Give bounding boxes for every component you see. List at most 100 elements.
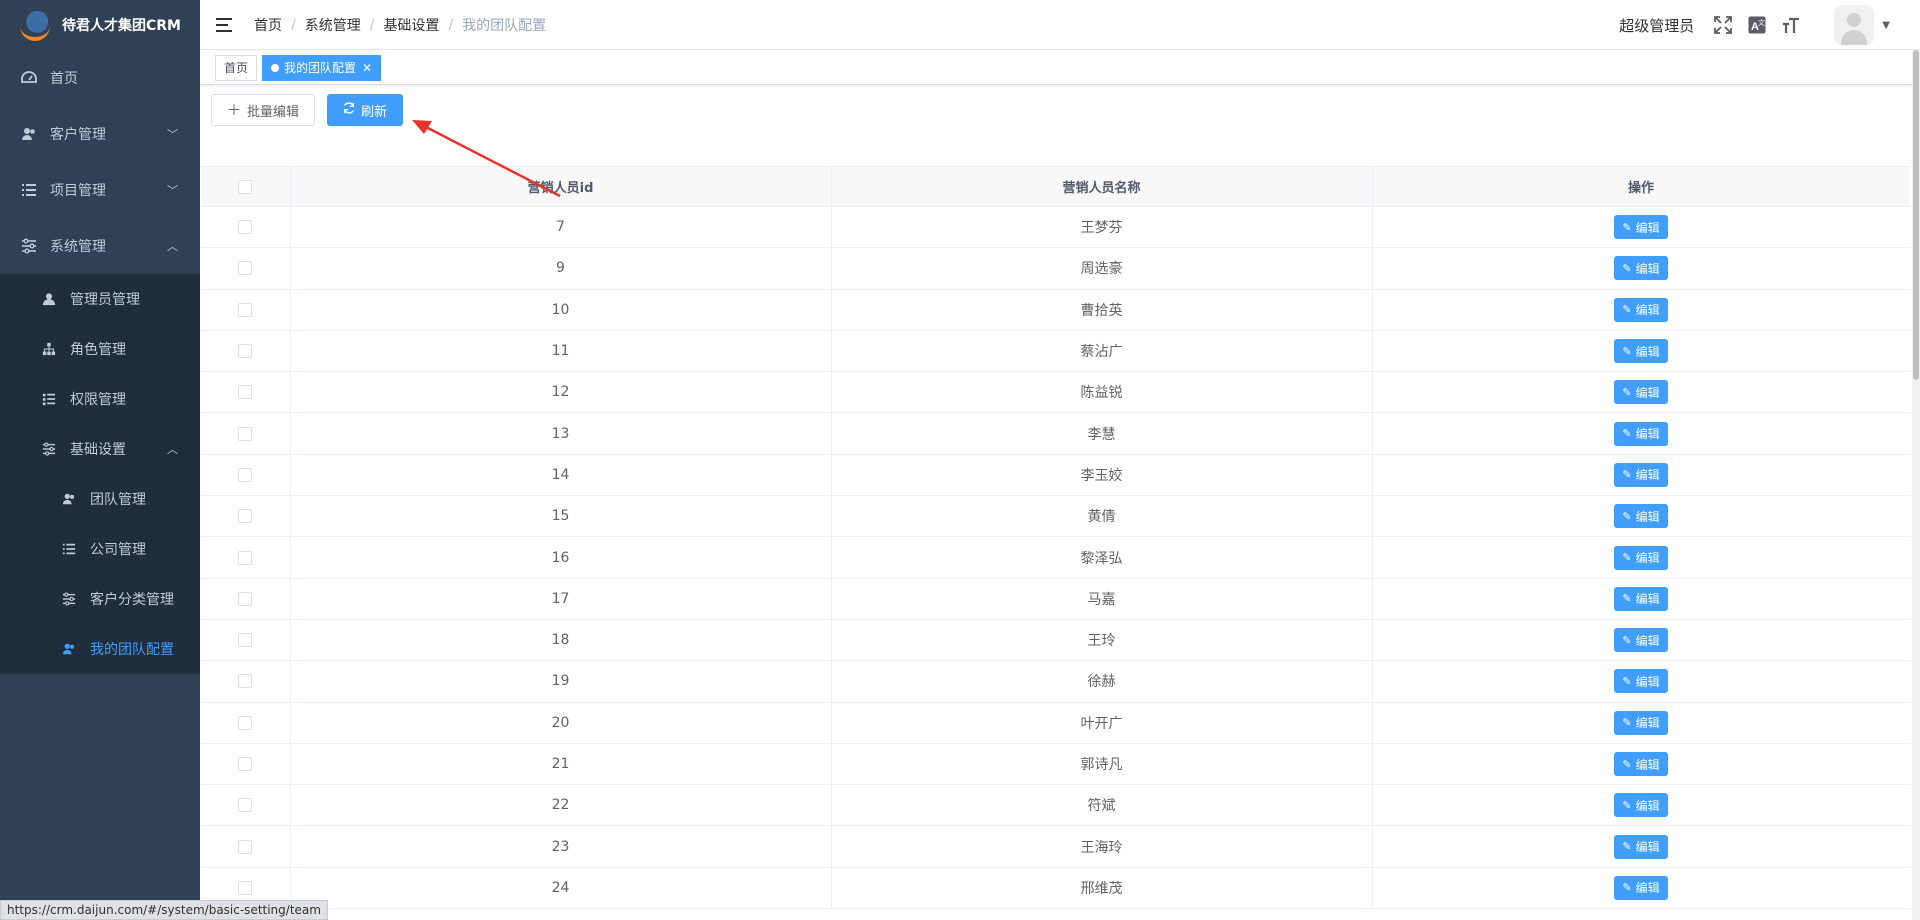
page-scrollbar[interactable] (1912, 50, 1920, 920)
select-all-checkbox[interactable] (238, 179, 253, 194)
edit-icon: ✎ (1622, 385, 1632, 399)
sidebar-item-system[interactable]: 系统管理 ︿ (0, 218, 200, 274)
close-icon[interactable]: ✕ (362, 56, 372, 80)
sidebar-item-label: 客户管理 (50, 127, 106, 143)
breadcrumb-separator: / (369, 16, 375, 33)
breadcrumb-separator: / (291, 16, 296, 33)
sidebar-item-companies[interactable]: 公司管理 (0, 524, 200, 574)
cell-name: 邢维茂 (831, 867, 1373, 910)
row-select-cell (201, 660, 291, 703)
user-avatar[interactable] (1834, 5, 1875, 45)
row-checkbox[interactable] (238, 839, 253, 854)
caret-down-icon[interactable]: ▼ (1882, 20, 1890, 31)
row-checkbox[interactable] (238, 509, 253, 524)
row-checkbox[interactable] (238, 880, 253, 895)
edit-button[interactable]: ✎ 编辑 (1614, 875, 1668, 900)
sidebar-item-home[interactable]: 首页 (0, 50, 200, 106)
edit-label: 编辑 (1635, 509, 1660, 524)
breadcrumb-item-basic-settings[interactable]: 基础设置 (383, 15, 439, 35)
sidebar-item-customers[interactable]: 客户管理 ﹀ (0, 106, 200, 162)
row-select-cell (201, 412, 291, 455)
cell-id: 16 (290, 536, 832, 579)
edit-button[interactable]: ✎ 编辑 (1614, 297, 1668, 322)
sidebar-item-permissions[interactable]: 权限管理 (0, 374, 200, 424)
cell-actions: ✎ 编辑 (1372, 825, 1910, 868)
edit-button[interactable]: ✎ 编辑 (1614, 834, 1668, 859)
edit-icon: ✎ (1622, 427, 1632, 441)
active-dot-icon (271, 63, 280, 72)
refresh-button[interactable]: 刷新 (327, 94, 404, 126)
row-checkbox[interactable] (238, 757, 253, 771)
cell-name: 李玉姣 (831, 454, 1373, 497)
tag-home[interactable]: 首页 (215, 54, 258, 81)
sidebar-item-projects[interactable]: 项目管理 ﹀ (0, 162, 200, 218)
breadcrumb-item-system[interactable]: 系统管理 (305, 15, 361, 35)
row-checkbox[interactable] (238, 674, 253, 689)
sidebar-item-roles[interactable]: 角色管理 (0, 324, 200, 374)
edit-button[interactable]: ✎ 编辑 (1614, 752, 1668, 776)
language-icon[interactable]: A文 (1746, 14, 1768, 36)
sidebar-item-admins[interactable]: 管理员管理 (0, 274, 200, 324)
fullscreen-icon[interactable] (1712, 14, 1734, 36)
column-header-name[interactable]: 营销人员名称 (831, 166, 1373, 207)
row-checkbox[interactable] (238, 261, 253, 276)
refresh-icon (343, 102, 355, 118)
edit-button[interactable]: ✎ 编辑 (1614, 586, 1668, 611)
sidebar-item-teams[interactable]: 团队管理 (0, 474, 200, 524)
edit-label: 编辑 (1635, 674, 1660, 689)
row-checkbox[interactable] (238, 715, 253, 730)
edit-button[interactable]: ✎ 编辑 (1614, 339, 1668, 364)
edit-button[interactable]: ✎ 编辑 (1614, 628, 1668, 653)
column-header-id[interactable]: 营销人员id (290, 166, 832, 207)
edit-button[interactable]: ✎ 编辑 (1614, 215, 1668, 240)
row-checkbox[interactable] (238, 798, 253, 813)
edit-label: 编辑 (1635, 303, 1660, 318)
font-size-icon[interactable] (1780, 14, 1802, 36)
cell-name: 王海玲 (831, 825, 1373, 868)
user-icon (40, 290, 58, 308)
edit-button[interactable]: ✎ 编辑 (1614, 545, 1668, 570)
cell-actions: ✎ 编辑 (1372, 454, 1910, 497)
row-checkbox[interactable] (238, 591, 253, 606)
cell-id: 22 (290, 784, 832, 827)
cell-name: 黎泽弘 (831, 536, 1373, 579)
edit-button[interactable]: ✎ 编辑 (1614, 421, 1668, 446)
row-checkbox[interactable] (238, 467, 253, 482)
edit-button[interactable]: ✎ 编辑 (1614, 256, 1668, 281)
hamburger-icon[interactable] (216, 15, 236, 35)
row-checkbox[interactable] (238, 302, 253, 317)
breadcrumb-item-home[interactable]: 首页 (254, 15, 282, 35)
sidebar-item-basic-settings[interactable]: 基础设置 ︿ (0, 424, 200, 474)
row-checkbox[interactable] (238, 426, 253, 441)
cell-actions: ✎ 编辑 (1372, 867, 1910, 910)
cell-actions: ✎ 编辑 (1372, 371, 1910, 414)
app-logo[interactable]: 待君人才集团CRM (0, 0, 200, 50)
row-checkbox[interactable] (238, 633, 253, 648)
sidebar-item-my-team-config[interactable]: 我的团队配置 (0, 624, 200, 674)
edit-button[interactable]: ✎ 编辑 (1614, 793, 1668, 818)
table-row: 19 徐赫 ✎ 编辑 (201, 660, 1910, 703)
edit-icon: ✎ (1622, 798, 1632, 812)
row-checkbox[interactable] (238, 385, 253, 400)
row-checkbox[interactable] (238, 344, 253, 359)
edit-button[interactable]: ✎ 编辑 (1614, 504, 1668, 529)
edit-label: 编辑 (1635, 633, 1660, 648)
scrollbar-thumb[interactable] (1913, 50, 1919, 380)
tag-my-team-config[interactable]: 我的团队配置 ✕ (262, 54, 382, 81)
sidebar-item-label: 管理员管理 (70, 292, 140, 308)
batch-edit-button[interactable]: ＋ 批量编辑 (211, 94, 316, 126)
sidebar-item-label: 系统管理 (50, 239, 106, 255)
chevron-down-icon: ﹀ (167, 128, 178, 141)
row-checkbox[interactable] (238, 550, 253, 565)
sidebar-item-customer-categories[interactable]: 客户分类管理 (0, 574, 200, 624)
cell-actions: ✎ 编辑 (1372, 660, 1910, 703)
users-icon (60, 640, 78, 658)
toolbar: ＋ 批量编辑 刷新 (211, 94, 415, 126)
edit-button[interactable]: ✎ 编辑 (1614, 380, 1668, 405)
table-header-row: 营销人员id 营销人员名称 操作 (201, 166, 1910, 207)
edit-button[interactable]: ✎ 编辑 (1614, 462, 1668, 487)
row-checkbox[interactable] (238, 220, 253, 235)
edit-button[interactable]: ✎ 编辑 (1614, 669, 1668, 694)
edit-button[interactable]: ✎ 编辑 (1614, 710, 1668, 735)
edit-icon: ✎ (1622, 551, 1632, 565)
